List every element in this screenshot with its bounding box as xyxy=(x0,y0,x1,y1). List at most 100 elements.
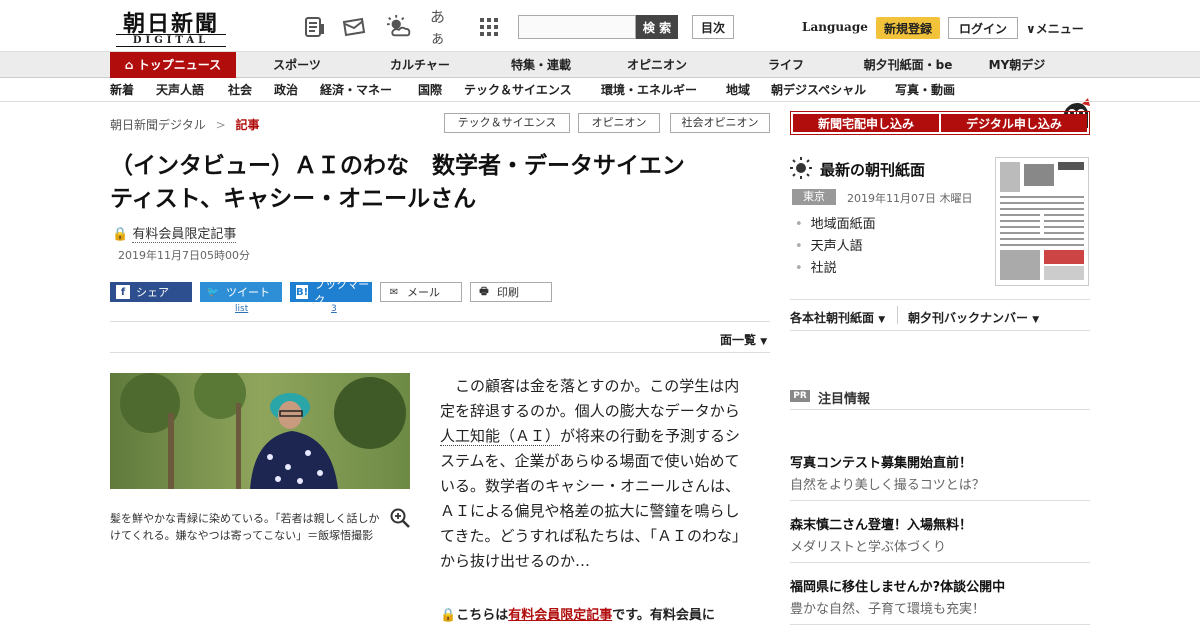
paper-link-local[interactable]: • 地域面紙面 xyxy=(795,213,876,232)
latest-paper-title[interactable]: 最新の朝刊紙面 xyxy=(820,159,925,180)
site-header: 朝日新聞 DIGITAL あぁ 検 索 目次 Language 新規登録 ログイ… xyxy=(0,0,1200,52)
paper-link-editorial[interactable]: • 社説 xyxy=(795,257,837,276)
promo-title[interactable]: 写真コンテスト募集開始直前！ xyxy=(790,452,972,471)
paid-badge: 🔒 有料会員限定記事 xyxy=(112,223,237,243)
zoom-icon[interactable] xyxy=(390,508,410,528)
mail-button[interactable]: ✉ メール xyxy=(380,282,462,302)
page-list-dropdown[interactable]: 面一覧 ▼ xyxy=(720,331,767,348)
hatena-bookmark-button[interactable]: B! ブックマーク xyxy=(290,278,372,307)
back-number-dropdown[interactable]: 朝夕刊バックナンバー ▼ xyxy=(908,309,1039,326)
paper-date: 2019年11月07日 木曜日 xyxy=(847,192,973,205)
gnav-top-news[interactable]: ⌂ トップニュース xyxy=(110,52,236,78)
promo-subtitle[interactable]: メダリストと学ぶ体づくり xyxy=(790,536,946,555)
snav-international[interactable]: 国際 xyxy=(418,78,442,102)
paid-notice-link[interactable]: 有料会員限定記事 xyxy=(508,608,612,623)
language-link[interactable]: Language xyxy=(802,20,868,34)
breadcrumb-root[interactable]: 朝日新聞デジタル xyxy=(110,118,206,132)
promo-title[interactable]: 森末慎二さん登壇！入場無料！ xyxy=(790,514,972,533)
facebook-icon: f xyxy=(116,285,130,299)
weather-icon[interactable] xyxy=(386,14,412,40)
newspaper-thumbnail[interactable] xyxy=(995,157,1089,286)
lock-icon: 🔒 xyxy=(112,227,129,242)
bullet-icon: • xyxy=(795,239,803,254)
gnav-my-asadigi[interactable]: MY朝デジ xyxy=(982,52,1052,78)
grid-menu-icon[interactable] xyxy=(476,14,502,40)
snav-photo[interactable]: 写真・動画 xyxy=(895,78,955,102)
print-icon: 🖶 xyxy=(479,285,489,297)
pr-badge: PR xyxy=(790,390,810,402)
newspaper-icon[interactable] xyxy=(302,14,328,40)
sun-icon xyxy=(790,157,812,179)
home-icon: ⌂ xyxy=(124,58,138,72)
search-button[interactable]: 検 索 xyxy=(636,15,678,39)
logo-subtitle: DIGITAL xyxy=(116,34,226,47)
snav-tech[interactable]: テック＆サイエンス xyxy=(464,78,572,102)
twitter-share-button[interactable]: 🐦 ツイート xyxy=(200,282,282,302)
divider xyxy=(790,500,1090,501)
hatena-count[interactable]: 3 xyxy=(331,304,337,314)
print-button[interactable]: 🖶 印刷 xyxy=(470,282,552,302)
divider xyxy=(790,330,1090,331)
paid-label[interactable]: 有料会員限定記事 xyxy=(132,227,237,243)
gnav-culture[interactable]: カルチャー xyxy=(380,52,460,78)
tag-social-opinion[interactable]: 社会オピニオン xyxy=(670,113,770,133)
menu-label: メニュー xyxy=(1035,22,1084,36)
promo-subtitle[interactable]: 豊かな自然、子育て環境も充実！ xyxy=(790,598,985,617)
divider xyxy=(790,562,1090,563)
article-photo[interactable] xyxy=(110,373,410,489)
ai-keyword-link[interactable]: 人工知能（ＡＩ） xyxy=(440,427,561,446)
breadcrumb: 朝日新聞デジタル > 記事 xyxy=(110,116,260,133)
regional-paper-dropdown[interactable]: 各本社朝刊紙面 ▼ xyxy=(790,309,885,326)
divider xyxy=(790,299,1090,300)
region-badge: 東京 xyxy=(792,189,836,205)
snav-society[interactable]: 社会 xyxy=(228,78,252,102)
divider xyxy=(790,624,1090,625)
caret-down-icon: ▼ xyxy=(878,315,886,325)
snav-economy[interactable]: 経済・マネー xyxy=(320,78,392,102)
paper-link-tensei[interactable]: • 天声人語 xyxy=(795,235,863,254)
snav-environment[interactable]: 環境・エネルギー xyxy=(601,78,697,102)
breadcrumb-current: 記事 xyxy=(235,118,260,132)
search-input[interactable] xyxy=(518,15,636,39)
title-line-1: （インタビュー）ＡＩのわな 数学者・データサイエン xyxy=(110,153,685,179)
title-line-2: ティスト、キャシー・オニールさん xyxy=(110,186,477,212)
twitter-icon: 🐦 xyxy=(206,286,220,298)
gnav-features[interactable]: 特集・連載 xyxy=(500,52,582,78)
photo-caption: 髪を鮮やかな青緑に染めている。「若者は親しく話しかけてくれる。嫌なやつは寄ってこ… xyxy=(110,512,380,542)
home-delivery-button[interactable]: 新聞宅配申し込み xyxy=(793,114,939,132)
twitter-count[interactable]: list xyxy=(235,304,248,314)
divider xyxy=(110,321,770,322)
snav-special[interactable]: 朝デジスペシャル xyxy=(771,78,866,102)
divider xyxy=(790,409,1090,410)
chevron-down-icon: ∨ xyxy=(1026,22,1036,36)
mail-megaphone-icon[interactable] xyxy=(342,14,368,40)
sub-nav: 新着 天声人語 社会 政治 経済・マネー 国際 テック＆サイエンス 環境・エネル… xyxy=(0,78,1200,102)
tag-opinion[interactable]: オピニオン xyxy=(578,113,660,133)
bullet-icon: • xyxy=(795,217,803,232)
signup-button[interactable]: 新規登録 xyxy=(876,17,940,39)
snav-region[interactable]: 地域 xyxy=(726,78,750,102)
gnav-paper[interactable]: 朝夕刊紙面・be xyxy=(856,52,960,78)
login-button[interactable]: ログイン xyxy=(948,17,1018,39)
gnav-opinion[interactable]: オピニオン xyxy=(612,52,702,78)
subscribe-box: 新聞宅配申し込み デジタル申し込み xyxy=(790,111,1090,135)
article-title: （インタビュー）ＡＩのわな 数学者・データサイエン ティスト、キャシー・オニール… xyxy=(110,150,770,216)
promo-title[interactable]: 福岡県に移住しませんか?体談公開中 xyxy=(790,576,1005,595)
digital-subscribe-button[interactable]: デジタル申し込み xyxy=(941,114,1087,132)
gnav-life[interactable]: ライフ xyxy=(756,52,816,78)
facebook-share-button[interactable]: f シェア xyxy=(110,282,192,302)
bullet-icon: • xyxy=(795,261,803,276)
divider xyxy=(897,306,898,324)
font-size-toggle[interactable]: あぁ xyxy=(430,8,456,47)
site-logo[interactable]: 朝日新聞 DIGITAL xyxy=(112,6,230,47)
snav-tensei[interactable]: 天声人語 xyxy=(156,78,204,102)
snav-politics[interactable]: 政治 xyxy=(274,78,298,102)
toc-button[interactable]: 目次 xyxy=(692,15,734,39)
snav-latest[interactable]: 新着 xyxy=(110,78,134,102)
tag-tech[interactable]: テック＆サイエンス xyxy=(444,113,570,133)
attention-heading: 注目情報 xyxy=(818,392,871,407)
gnav-sports[interactable]: スポーツ xyxy=(262,52,332,78)
menu-button[interactable]: ∨メニュー xyxy=(1026,20,1084,37)
paid-notice: 🔒こちらは有料会員限定記事です。有料会員に xyxy=(440,608,715,623)
promo-subtitle[interactable]: 自然をより美しく撮るコツとは？ xyxy=(790,474,985,493)
